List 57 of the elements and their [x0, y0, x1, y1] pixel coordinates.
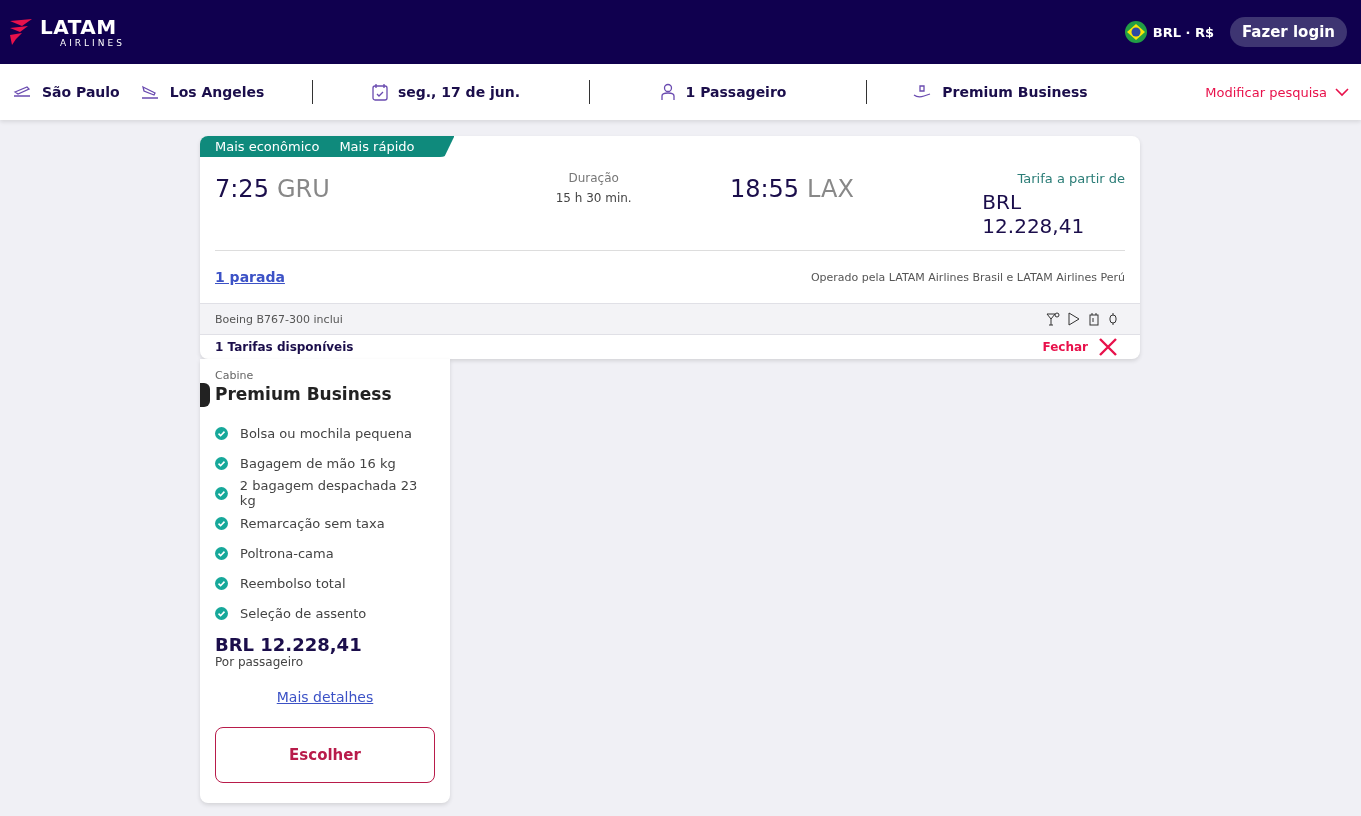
logo-subtitle: AIRLINES	[60, 38, 125, 48]
feature-text: Bagagem de mão 16 kg	[240, 455, 396, 471]
passengers-text: 1 Passageiro	[685, 84, 787, 100]
selected-indicator	[200, 383, 210, 407]
chevron-down-icon	[1335, 87, 1349, 97]
brazil-flag-icon	[1124, 21, 1147, 43]
flight-tag: Mais econômico	[215, 139, 320, 154]
close-icon	[1098, 337, 1118, 357]
logo-icon	[8, 17, 34, 47]
login-button[interactable]: Fazer login	[1229, 17, 1347, 47]
check-icon	[215, 606, 228, 620]
takeoff-icon	[12, 84, 32, 100]
feature-text: Remarcação sem taxa	[240, 515, 385, 531]
price-value: BRL 12.228,41	[982, 190, 1086, 238]
aircraft-text: Boeing B767-300 inclui	[215, 312, 343, 326]
check-icon	[215, 516, 228, 530]
destination-text: Los Angeles	[169, 84, 265, 100]
duration-label: Duração	[568, 171, 619, 185]
arrival-time: 18:55	[729, 175, 800, 203]
cabin-text: Premium Business	[942, 84, 1088, 100]
landing-icon	[139, 84, 160, 100]
person-icon	[659, 83, 676, 101]
cabin-name: Premium Business	[215, 384, 393, 404]
feature-text: Reembolso total	[240, 575, 346, 591]
close-button[interactable]: Fechar	[1042, 337, 1118, 357]
origin-text: São Paulo	[42, 84, 120, 100]
calendar-icon	[371, 83, 388, 101]
fare-price: BRL 12.228,41	[215, 634, 363, 655]
date-text: seg., 17 de jun.	[397, 84, 521, 100]
check-icon	[215, 576, 228, 590]
check-icon	[215, 426, 228, 440]
play-icon	[1068, 312, 1080, 326]
cocktail-icon	[1046, 312, 1060, 326]
plug-icon	[1108, 312, 1118, 326]
price-label: Tarifa a partir de	[1017, 171, 1125, 186]
check-icon	[215, 456, 228, 470]
modify-search-button[interactable]: Modificar pesquisa	[1205, 84, 1349, 100]
price-note: Por passageiro	[215, 655, 305, 669]
arrival-airport: LAX	[807, 175, 854, 203]
duration-value: 15 h 30 min.	[555, 191, 632, 205]
cabin-label: Cabine	[215, 369, 255, 382]
operator-text: Operado pela LATAM Airlines Brasil e LATAM Airlines Perú	[810, 270, 1125, 284]
check-icon	[215, 546, 228, 560]
choose-button[interactable]: Escolher	[215, 727, 435, 783]
check-icon	[215, 486, 228, 500]
departure-time: 7:25	[215, 175, 269, 203]
flight-tag: Mais rápido	[339, 139, 415, 154]
departure-airport: GRU	[276, 175, 330, 203]
feature-text: Bolsa ou mochila pequena	[240, 425, 412, 441]
feature-text: 2 bagagem despachada 23 kg	[239, 478, 419, 508]
currency-selector[interactable]: BRL · R$	[1152, 24, 1214, 40]
details-link[interactable]: Mais detalhes	[276, 689, 374, 705]
logo-wordmark: LATAM	[40, 16, 118, 37]
feature-text: Poltrona-cama	[240, 545, 334, 561]
stops-link[interactable]: 1 parada	[215, 269, 285, 285]
fares-count: 1 Tarifas disponíveis	[215, 340, 354, 354]
feature-text: Seleção de assento	[240, 605, 367, 621]
